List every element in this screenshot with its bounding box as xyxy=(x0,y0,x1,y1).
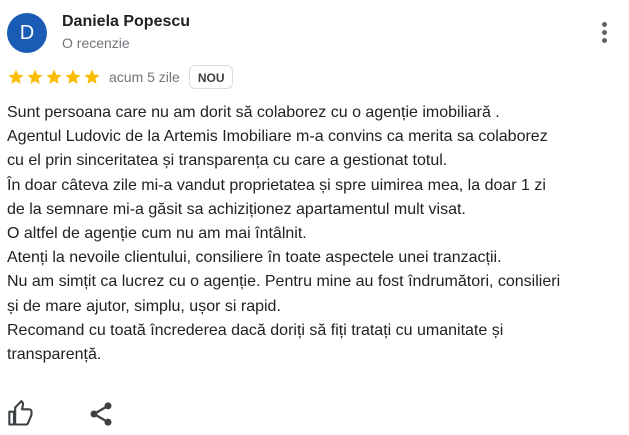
more-options-button[interactable] xyxy=(595,19,615,47)
review-text-line: Atenți la nevoile clientului, consiliere… xyxy=(7,249,502,267)
thumb-up-icon xyxy=(8,400,33,426)
star-icon xyxy=(46,69,62,84)
star-icon xyxy=(27,69,43,84)
review-card: D Daniela Popescu O recenzie acum 5 zile… xyxy=(0,0,629,435)
review-text-line: O altfel de agenție cum nu am mai întâln… xyxy=(7,225,307,243)
review-text-line: și de mare ajutor, simplu, ușor si rapid… xyxy=(7,297,281,315)
rating-row: acum 5 zile NOU xyxy=(7,64,234,90)
review-text-line: de la semnare mi-a găsit sa achiziționez… xyxy=(7,200,466,218)
author-review-count: O recenzie xyxy=(62,35,130,51)
star-icon xyxy=(65,69,81,84)
review-text-line: Agentul Ludovic de la Artemis Imobiliare… xyxy=(7,128,548,146)
review-text-line: Nu am simțit ca lucrez cu o agenție. Pen… xyxy=(7,273,561,291)
avatar[interactable]: D xyxy=(7,13,47,53)
author-name[interactable]: Daniela Popescu xyxy=(62,13,190,31)
new-badge: NOU xyxy=(188,65,234,89)
review-text-line: Recomand cu toată încrederea dacă doriți… xyxy=(7,321,504,339)
share-icon xyxy=(90,402,112,426)
star-rating xyxy=(7,68,101,86)
share-button[interactable] xyxy=(87,400,115,428)
review-text-line: cu el prin sinceritatea și transparența … xyxy=(7,152,448,170)
review-date: acum 5 zile xyxy=(109,69,180,85)
review-text-line: Sunt persoana care nu am dorit să colabo… xyxy=(7,104,500,121)
review-text-line: În doar câteva zile mi-a vandut propriet… xyxy=(7,176,546,194)
review-text-line: transparență. xyxy=(7,346,102,364)
star-icon xyxy=(8,69,24,84)
star-icon xyxy=(84,69,100,84)
review-text: Sunt persoana care nu am dorit să colabo… xyxy=(7,101,619,367)
like-button[interactable] xyxy=(7,400,35,428)
